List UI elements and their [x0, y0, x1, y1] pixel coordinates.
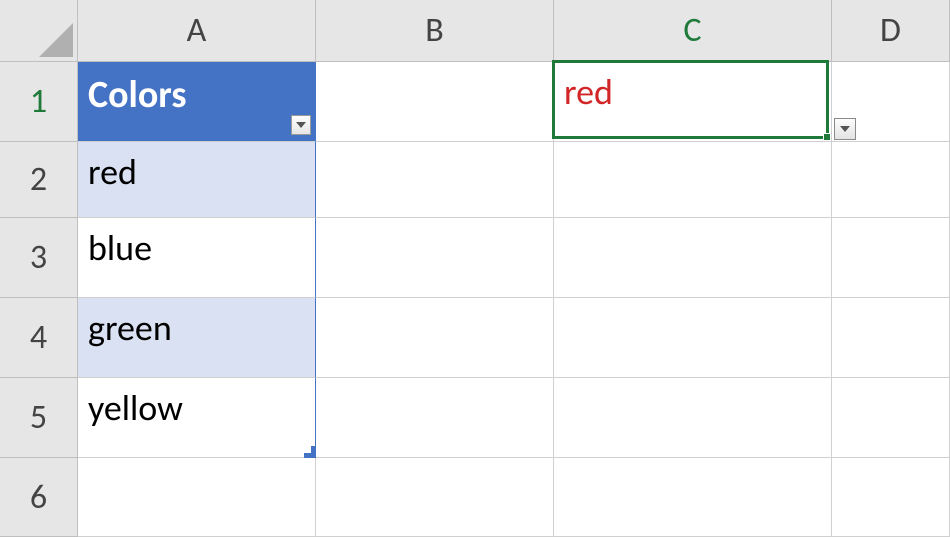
table-filter-button[interactable] [291, 115, 311, 135]
cell-B2[interactable] [316, 142, 554, 218]
row-header-2[interactable]: 2 [0, 142, 78, 218]
spreadsheet: ABCD 123456 Colorsredredbluegreenyellow [0, 0, 950, 537]
row-header-4[interactable]: 4 [0, 298, 78, 378]
data-validation-dropdown-button[interactable] [834, 118, 856, 140]
chevron-down-icon [296, 122, 306, 128]
cell-A1[interactable]: Colors [78, 62, 316, 142]
grid-row [78, 458, 950, 537]
cell-C3[interactable] [554, 218, 832, 298]
cell-A6[interactable] [78, 458, 316, 537]
cell-A4[interactable]: green [78, 298, 316, 378]
select-all-triangle-icon [39, 23, 73, 57]
grid-row: Colors red [78, 62, 950, 142]
cell-B6[interactable] [316, 458, 554, 537]
column-headers: ABCD [78, 0, 950, 62]
row-header-1[interactable]: 1 [0, 62, 78, 142]
row-header-5[interactable]: 5 [0, 378, 78, 458]
row-header-3[interactable]: 3 [0, 218, 78, 298]
cell-D6[interactable] [832, 458, 950, 537]
cell-C6[interactable] [554, 458, 832, 537]
chevron-down-icon [840, 126, 850, 132]
cell-C2[interactable] [554, 142, 832, 218]
cell-B3[interactable] [316, 218, 554, 298]
grid-row: yellow [78, 378, 950, 458]
cell-D5[interactable] [832, 378, 950, 458]
cell-D2[interactable] [832, 142, 950, 218]
cell-C1[interactable]: red [554, 62, 832, 142]
cell-D4[interactable] [832, 298, 950, 378]
cell-C4[interactable] [554, 298, 832, 378]
row-headers: 123456 [0, 62, 78, 537]
cell-C5[interactable] [554, 378, 832, 458]
column-header-D[interactable]: D [832, 0, 950, 62]
grid-row: red [78, 142, 950, 218]
cell-A3[interactable]: blue [78, 218, 316, 298]
cell-A2[interactable]: red [78, 142, 316, 218]
grid-body: Colorsredredbluegreenyellow [78, 62, 950, 537]
table-resize-handle[interactable] [304, 446, 316, 458]
cell-B5[interactable] [316, 378, 554, 458]
grid-row: blue [78, 218, 950, 298]
cell-D3[interactable] [832, 218, 950, 298]
row-header-6[interactable]: 6 [0, 458, 78, 537]
grid-row: green [78, 298, 950, 378]
cell-B1[interactable] [316, 62, 554, 142]
column-header-B[interactable]: B [316, 0, 554, 62]
cell-B4[interactable] [316, 298, 554, 378]
select-all-corner[interactable] [0, 0, 78, 62]
cell-A5[interactable]: yellow [78, 378, 316, 458]
column-header-C[interactable]: C [554, 0, 832, 62]
column-header-A[interactable]: A [78, 0, 316, 62]
